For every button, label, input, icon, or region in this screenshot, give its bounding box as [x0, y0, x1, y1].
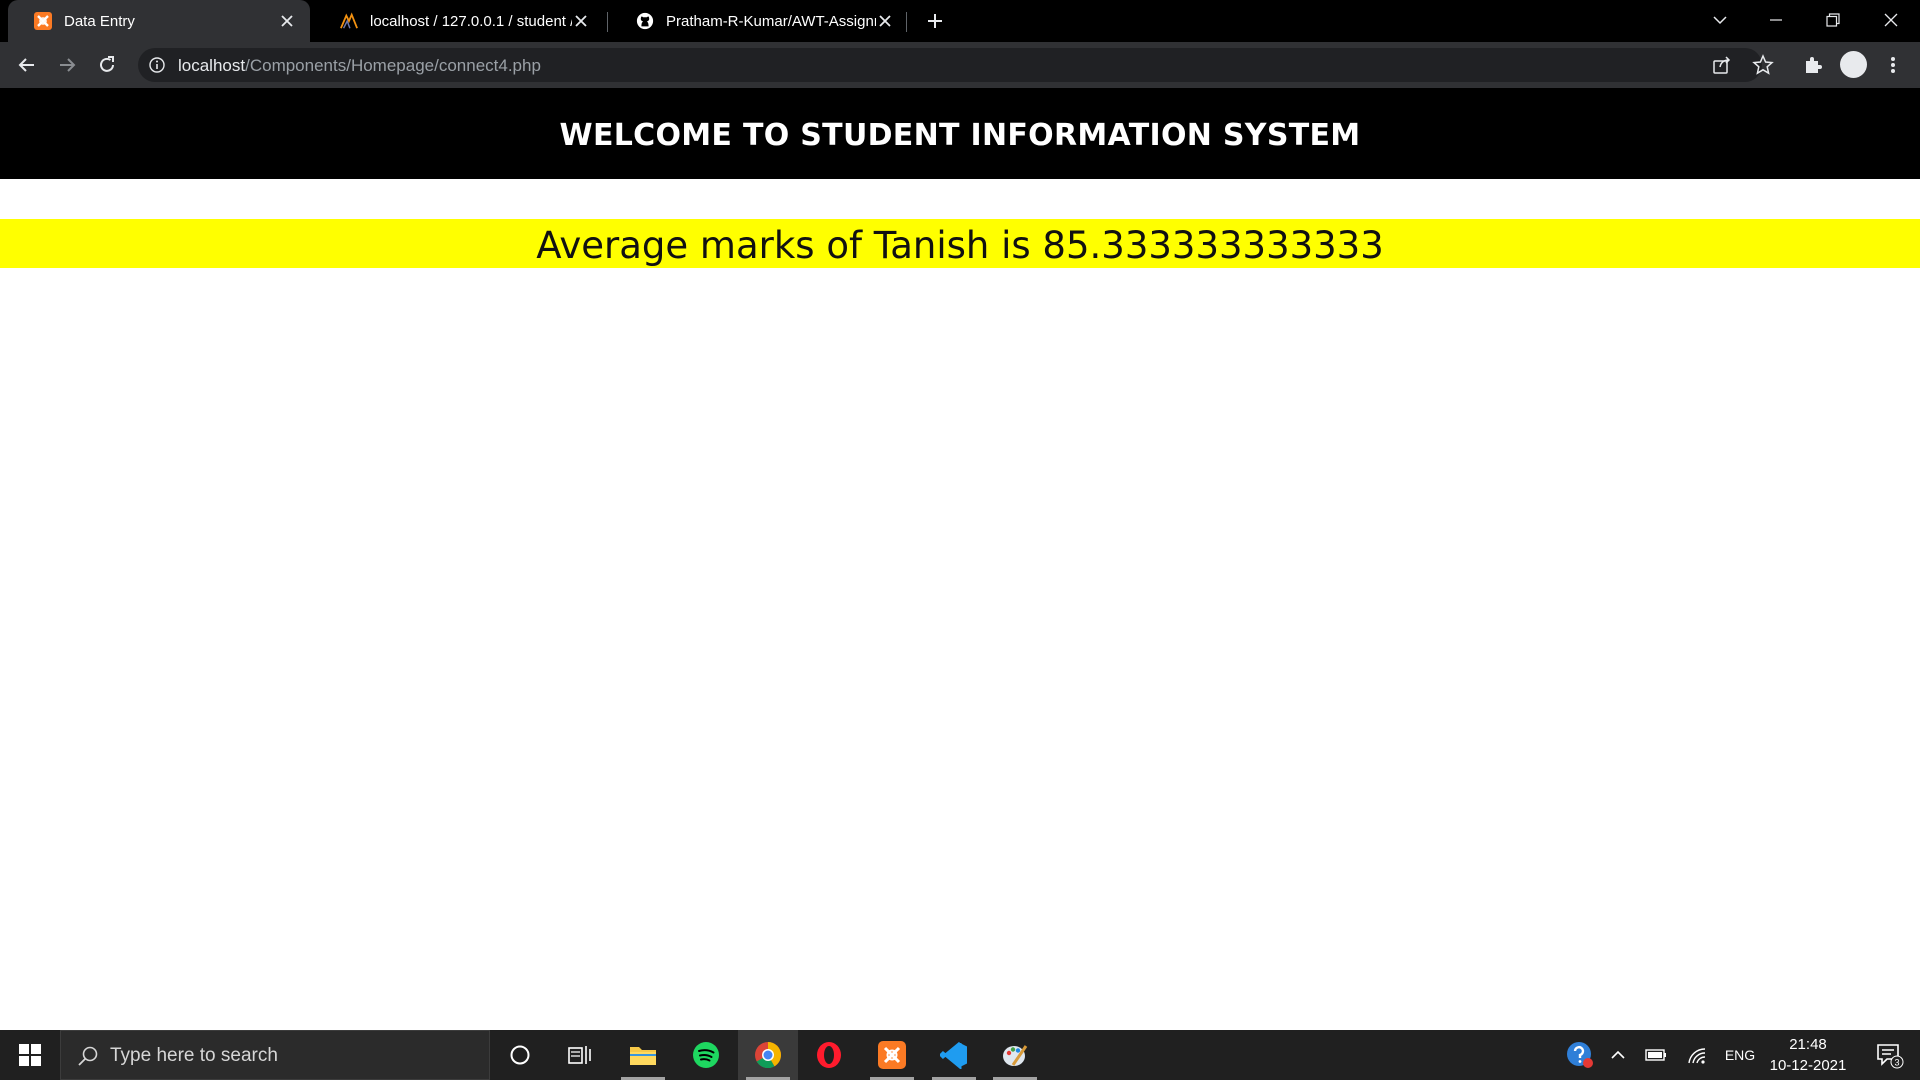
taskbar-xampp[interactable] — [862, 1030, 922, 1080]
task-view-icon — [568, 1046, 591, 1064]
windows-logo-icon — [19, 1044, 41, 1066]
network-tray-button[interactable] — [1680, 1030, 1714, 1080]
extensions-button[interactable] — [1801, 53, 1825, 77]
average-marks-text: Average marks of Tanish is 85.3333333333… — [536, 224, 1384, 267]
plus-icon — [928, 14, 942, 28]
site-info-icon[interactable] — [148, 56, 166, 74]
page-title: WELCOME TO STUDENT INFORMATION SYSTEM — [559, 118, 1361, 153]
restore-button[interactable] — [1810, 0, 1856, 40]
search-icon — [77, 1045, 99, 1067]
tab-title: Data Entry — [64, 12, 135, 30]
language-indicator[interactable]: ENG — [1718, 1030, 1762, 1080]
start-button[interactable] — [0, 1030, 60, 1080]
browser-tab-strip: Data Entry localhost / 127.0.0.1 / stude… — [0, 0, 1920, 42]
github-icon — [636, 12, 654, 30]
taskbar-chrome[interactable] — [738, 1030, 798, 1080]
chevron-up-icon — [1611, 1050, 1625, 1059]
chevron-down-icon — [1713, 16, 1727, 25]
close-window-button[interactable] — [1868, 0, 1914, 40]
tab-title: localhost / 127.0.0.1 / student / in — [370, 12, 572, 30]
taskbar-paint[interactable] — [985, 1030, 1045, 1080]
taskbar-spotify[interactable] — [676, 1030, 736, 1080]
paint-icon — [1003, 1045, 1028, 1066]
reload-icon — [100, 56, 114, 72]
show-hidden-icons-button[interactable] — [1604, 1030, 1632, 1080]
arrow-right-icon — [60, 58, 76, 72]
forward-button[interactable] — [53, 51, 81, 79]
tab-search-button[interactable] — [1697, 0, 1743, 40]
battery-tray-button[interactable] — [1640, 1030, 1672, 1080]
taskbar-clock[interactable]: 21:48 10-12-2021 — [1760, 1034, 1856, 1076]
xampp-icon — [34, 12, 52, 30]
windows-taskbar: Type here to search ENG 21:48 10-12-2021… — [0, 1030, 1920, 1080]
tab-title: Pratham-R-Kumar/AWT-Assignm — [666, 12, 876, 30]
tab-separator — [607, 12, 608, 32]
close-tab-icon[interactable] — [876, 12, 894, 30]
close-tab-icon[interactable] — [572, 12, 590, 30]
search-placeholder: Type here to search — [110, 1045, 278, 1066]
kebab-menu-icon — [1891, 57, 1895, 73]
task-view-button[interactable] — [550, 1030, 610, 1080]
puzzle-icon — [1806, 57, 1822, 73]
help-tray-button[interactable] — [1560, 1030, 1600, 1080]
minimize-button[interactable] — [1753, 0, 1799, 40]
clock-date: 10-12-2021 — [1769, 1057, 1847, 1074]
file-explorer-icon — [630, 1047, 656, 1065]
close-tab-icon[interactable] — [278, 12, 296, 30]
chrome-icon — [755, 1042, 782, 1069]
vscode-icon — [940, 1041, 967, 1069]
url-path: /Components/Homepage/connect4.php — [245, 56, 541, 75]
battery-icon — [1645, 1049, 1666, 1061]
cortana-icon — [510, 1045, 530, 1065]
taskbar-vscode[interactable] — [924, 1030, 984, 1080]
share-icon[interactable] — [1712, 55, 1732, 75]
xampp-icon — [878, 1041, 906, 1069]
back-button[interactable] — [13, 51, 41, 79]
close-icon — [1884, 13, 1898, 27]
clock-time: 21:48 — [1789, 1036, 1827, 1053]
bookmark-star-icon[interactable] — [1752, 54, 1774, 76]
spotify-icon — [693, 1042, 719, 1068]
result-banner: Average marks of Tanish is 85.3333333333… — [0, 219, 1920, 268]
phpmyadmin-icon — [340, 12, 358, 30]
tab-github[interactable]: Pratham-R-Kumar/AWT-Assignm — [610, 0, 908, 42]
site-header: WELCOME TO STUDENT INFORMATION SYSTEM — [0, 88, 1920, 179]
reload-button[interactable] — [93, 51, 121, 79]
taskbar-opera[interactable] — [799, 1030, 859, 1080]
tab-phpmyadmin[interactable]: localhost / 127.0.0.1 / student / in — [314, 0, 604, 42]
tab-data-entry[interactable]: Data Entry — [8, 0, 310, 42]
url-text[interactable]: localhost/Components/Homepage/connect4.p… — [178, 56, 541, 76]
taskbar-search-box[interactable]: Type here to search — [60, 1030, 490, 1080]
new-tab-button[interactable] — [922, 8, 948, 34]
action-center-button[interactable]: 3 — [1866, 1030, 1914, 1080]
address-bar[interactable]: localhost/Components/Homepage/connect4.p… — [138, 48, 1774, 82]
notifications-icon: 3 — [1877, 1044, 1904, 1069]
restore-icon — [1826, 13, 1840, 27]
url-host: localhost — [178, 56, 246, 75]
arrow-left-icon — [18, 58, 34, 72]
help-icon — [1567, 1042, 1593, 1068]
opera-icon — [817, 1042, 841, 1068]
browser-toolbar: localhost/Components/Homepage/connect4.p… — [0, 42, 1920, 88]
profile-avatar[interactable] — [1840, 51, 1867, 78]
minimize-icon — [1770, 19, 1782, 21]
tab-separator — [906, 12, 907, 32]
notification-count: 3 — [1894, 1058, 1899, 1068]
browser-menu-button[interactable] — [1881, 53, 1905, 77]
wifi-icon — [1688, 1048, 1706, 1064]
taskbar-file-explorer[interactable] — [613, 1030, 673, 1080]
cortana-button[interactable] — [490, 1030, 550, 1080]
